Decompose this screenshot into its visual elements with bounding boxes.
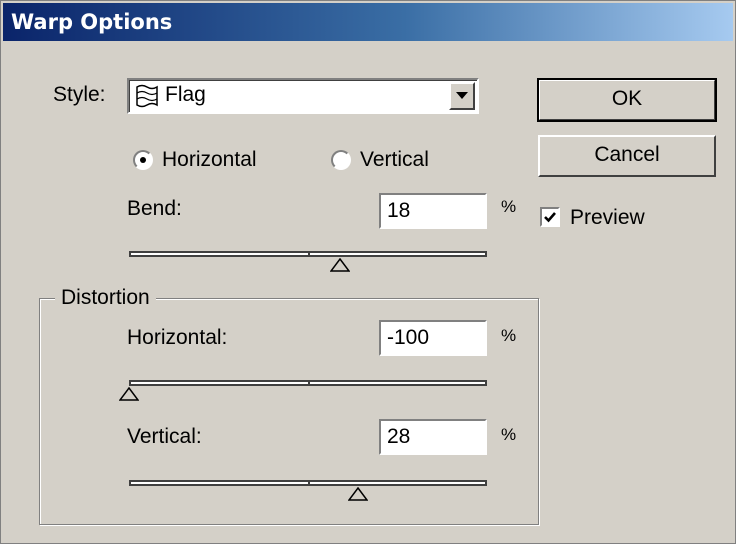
radio-horizontal[interactable] (133, 150, 153, 170)
preview-checkbox[interactable] (540, 207, 560, 227)
bend-input[interactable]: 18 (379, 193, 487, 229)
bend-slider[interactable] (129, 251, 487, 275)
distortion-vertical-label: Vertical: (127, 425, 202, 448)
radio-vertical-label: Vertical (360, 148, 429, 171)
distortion-horizontal-unit: % (501, 326, 517, 345)
distortion-horizontal-label: Horizontal: (127, 326, 228, 349)
chevron-down-icon[interactable] (449, 82, 475, 110)
radio-vertical[interactable] (331, 150, 351, 170)
warp-options-dialog: Warp Options Style: Flag OK Cancel Previ… (0, 0, 736, 544)
distortion-vertical-slider[interactable] (129, 480, 487, 504)
distortion-horizontal-slider-thumb[interactable] (119, 387, 139, 401)
flag-icon (135, 84, 159, 108)
distortion-horizontal-slider[interactable] (119, 380, 487, 404)
bend-label: Bend: (127, 197, 182, 220)
distortion-vertical-slider-center-tick (308, 480, 310, 486)
preview-label: Preview (570, 206, 645, 229)
cancel-button[interactable]: Cancel (538, 135, 716, 177)
distortion-vertical-input[interactable]: 28 (379, 419, 487, 455)
style-label: Style: (53, 83, 106, 106)
checkmark-icon (544, 212, 556, 223)
style-dropdown-value: Flag (165, 83, 206, 106)
bend-slider-thumb[interactable] (330, 258, 351, 272)
bend-unit: % (501, 197, 517, 216)
distortion-horizontal-slider-center-tick (308, 380, 310, 386)
ok-button[interactable]: OK (537, 78, 717, 122)
title-bar: Warp Options (3, 3, 733, 41)
distortion-group-title: Distortion (55, 286, 156, 310)
distortion-horizontal-input[interactable]: -100 (379, 320, 487, 356)
distortion-vertical-slider-thumb[interactable] (348, 487, 369, 501)
distortion-vertical-unit: % (501, 425, 517, 444)
bend-slider-center-tick (308, 251, 310, 257)
style-dropdown[interactable]: Flag (127, 78, 479, 114)
radio-horizontal-label: Horizontal (162, 148, 257, 171)
